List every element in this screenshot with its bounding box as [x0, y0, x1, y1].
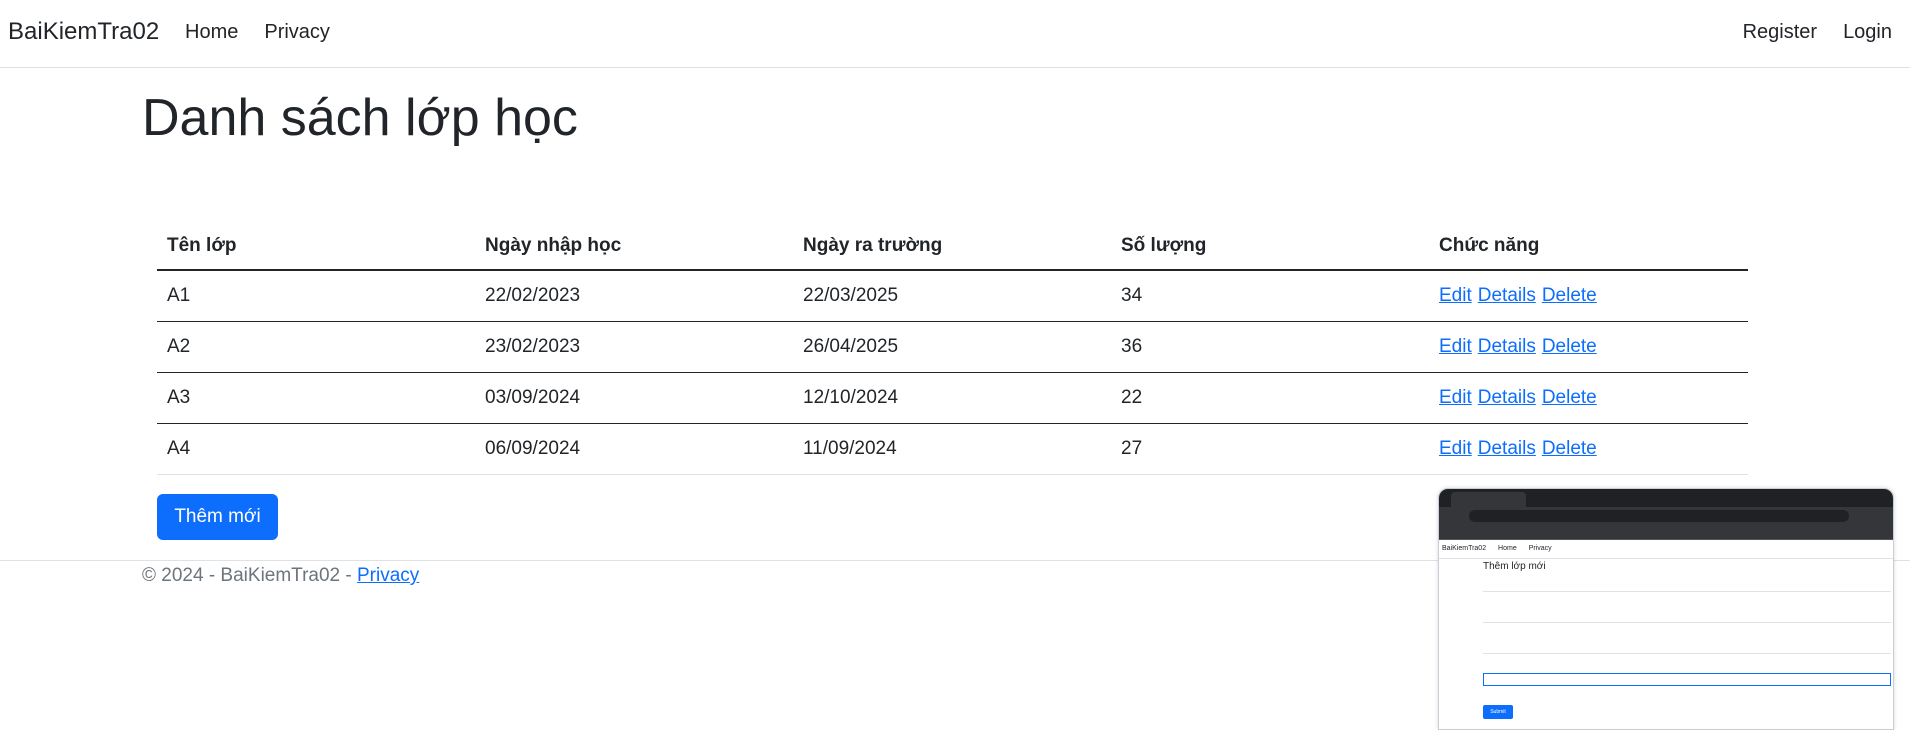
cell-class-name: A2	[157, 321, 475, 373]
delete-link[interactable]: Delete	[1542, 336, 1597, 357]
cell-count: 22	[1111, 372, 1429, 424]
delete-link[interactable]: Delete	[1542, 285, 1597, 306]
table-row: A2 23/02/2023 26/04/2025 36 Edit Details D…	[157, 321, 1748, 373]
brand-link[interactable]: BaiKiemTra02	[8, 18, 159, 46]
table-row: A4 06/09/2024 11/09/2024 27 Edit Details D…	[157, 423, 1748, 475]
thumbnail-navbar: BaiKiemTra02 Home Privacy	[1439, 540, 1893, 559]
top-navbar: BaiKiemTra02 Home Privacy Register Login	[0, 0, 1910, 68]
cell-class-name: A4	[157, 423, 475, 475]
thumbnail-tab	[1451, 492, 1526, 507]
window-preview-thumbnail[interactable]: BaiKiemTra02 Home Privacy Thêm lớp mới S…	[1438, 488, 1894, 730]
thumbnail-submit-button: Submit	[1483, 705, 1513, 719]
cell-count: 36	[1111, 321, 1429, 373]
thumbnail-home: Home	[1498, 545, 1517, 552]
thumbnail-form-title: Thêm lớp mới	[1483, 561, 1546, 572]
edit-link[interactable]: Edit	[1439, 438, 1472, 459]
cell-actions: Edit Details Delete	[1429, 372, 1748, 424]
thumbnail-field	[1483, 608, 1891, 623]
thumbnail-address-bar	[1439, 507, 1893, 525]
cell-end-date: 12/10/2024	[793, 372, 1111, 424]
thumbnail-url	[1469, 510, 1849, 522]
cell-end-date: 22/03/2025	[793, 270, 1111, 322]
table-row: A1 22/02/2023 22/03/2025 34 Edit Details D…	[157, 270, 1748, 322]
footer-privacy-link[interactable]: Privacy	[357, 565, 419, 586]
thumbnail-privacy: Privacy	[1528, 545, 1552, 552]
cell-start-date: 23/02/2023	[475, 321, 793, 373]
nav-left-links: Home Privacy	[185, 21, 356, 44]
nav-privacy-link[interactable]: Privacy	[264, 21, 330, 44]
thumbnail-field	[1483, 577, 1891, 592]
nav-right-links: Register Login	[1717, 21, 1892, 44]
thumbnail-field	[1483, 639, 1891, 654]
thumbnail-field-input	[1483, 673, 1891, 686]
cell-start-date: 22/02/2023	[475, 270, 793, 322]
details-link[interactable]: Details	[1478, 387, 1536, 408]
delete-link[interactable]: Delete	[1542, 438, 1597, 459]
cell-count: 27	[1111, 423, 1429, 475]
column-header-actions: Chức năng	[1429, 222, 1748, 271]
cell-end-date: 11/09/2024	[793, 423, 1111, 475]
thumbnail-brand: BaiKiemTra02	[1442, 545, 1487, 552]
details-link[interactable]: Details	[1478, 285, 1536, 306]
login-link[interactable]: Login	[1843, 21, 1892, 44]
register-link[interactable]: Register	[1743, 21, 1817, 44]
thumbnail-tab-bar	[1439, 489, 1893, 507]
column-header-start-date: Ngày nhập học	[475, 222, 793, 271]
column-header-end-date: Ngày ra trường	[793, 222, 1111, 271]
cell-start-date: 06/09/2024	[475, 423, 793, 475]
column-header-count: Số lượng	[1111, 222, 1429, 271]
cell-class-name: A1	[157, 270, 475, 322]
edit-link[interactable]: Edit	[1439, 387, 1472, 408]
add-new-button[interactable]: Thêm mới	[157, 494, 278, 540]
thumbnail-field-input	[1483, 611, 1891, 623]
cell-end-date: 26/04/2025	[793, 321, 1111, 373]
column-header-class-name: Tên lớp	[157, 222, 475, 271]
cell-start-date: 03/09/2024	[475, 372, 793, 424]
details-link[interactable]: Details	[1478, 438, 1536, 459]
cell-count: 34	[1111, 270, 1429, 322]
footer: © 2024 - BaiKiemTra02 - Privacy	[142, 565, 419, 587]
table-row: A3 03/09/2024 12/10/2024 22 Edit Details D…	[157, 372, 1748, 424]
table-header-row: Tên lớp Ngày nhập học Ngày ra trường Số …	[157, 222, 1748, 271]
details-link[interactable]: Details	[1478, 336, 1536, 357]
thumbnail-field-input	[1483, 642, 1891, 654]
nav-home-link[interactable]: Home	[185, 21, 238, 44]
cell-class-name: A3	[157, 372, 475, 424]
delete-link[interactable]: Delete	[1542, 387, 1597, 408]
page-title: Danh sách lớp học	[142, 89, 578, 147]
cell-actions: Edit Details Delete	[1429, 423, 1748, 475]
edit-link[interactable]: Edit	[1439, 285, 1472, 306]
thumbnail-field-input	[1483, 580, 1891, 592]
cell-actions: Edit Details Delete	[1429, 321, 1748, 373]
class-table: Tên lớp Ngày nhập học Ngày ra trường Số …	[157, 222, 1748, 475]
footer-copyright: © 2024 - BaiKiemTra02 -	[142, 565, 357, 586]
edit-link[interactable]: Edit	[1439, 336, 1472, 357]
thumbnail-bookmarks-bar	[1439, 525, 1893, 540]
thumbnail-field	[1483, 670, 1891, 686]
cell-actions: Edit Details Delete	[1429, 270, 1748, 322]
